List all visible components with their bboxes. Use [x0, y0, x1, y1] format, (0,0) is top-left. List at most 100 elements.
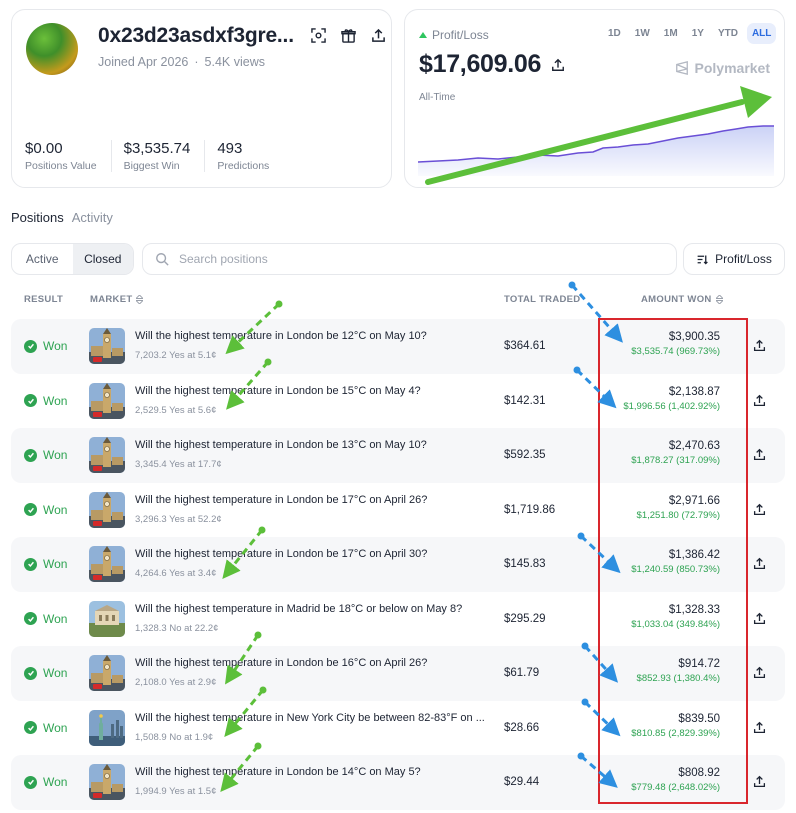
market-thumbnail	[89, 491, 125, 528]
total-traded-value: $1,719.86	[504, 503, 556, 516]
section-tabs: Positions Activity	[11, 210, 113, 225]
profile-card: 0x23d23asdxf3gre... Joined Apr 2026 · 5.…	[11, 9, 392, 188]
header-result: RESULT	[24, 294, 64, 305]
check-circle-icon	[24, 612, 37, 626]
total-traded-value: $29.44	[504, 776, 540, 789]
result-badge: Won	[24, 666, 67, 680]
result-badge: Won	[24, 721, 67, 735]
share-icon[interactable]	[551, 50, 565, 79]
market-thumbnail	[89, 764, 125, 801]
market-question[interactable]: Will the highest temperature in London b…	[135, 766, 421, 778]
period-ytd[interactable]: YTD	[713, 23, 743, 44]
sort-label: Profit/Loss	[715, 252, 772, 266]
market-thumbnail	[89, 437, 125, 474]
position-detail: 1,994.9 Yes at 1.5¢	[135, 786, 217, 797]
market-question[interactable]: Will the highest temperature in London b…	[135, 548, 427, 560]
market-question[interactable]: Will the highest temperature in London b…	[135, 657, 427, 669]
pnl-amount: $17,609.06	[419, 50, 542, 78]
share-icon[interactable]	[753, 775, 767, 789]
gift-icon[interactable]	[340, 27, 356, 43]
share-icon[interactable]	[753, 448, 767, 462]
header-amount-won[interactable]: AMOUNT WON	[641, 294, 723, 305]
share-icon[interactable]	[370, 27, 386, 43]
result-label: Won	[43, 666, 68, 681]
closed-button[interactable]: Closed	[72, 244, 133, 274]
view-count: 5.4K views	[204, 55, 265, 69]
check-circle-icon	[24, 775, 37, 789]
stat-predictions: 493 Predictions	[217, 140, 283, 172]
result-badge: Won	[24, 557, 67, 571]
polymarket-icon	[675, 61, 688, 75]
result-label: Won	[43, 611, 68, 626]
share-icon[interactable]	[753, 721, 767, 735]
check-circle-icon	[24, 339, 37, 353]
pnl-label: Profit/Loss	[419, 28, 489, 42]
pnl-label-text: Profit/Loss	[432, 28, 489, 42]
market-thumbnail	[89, 382, 125, 419]
tab-activity[interactable]: Activity	[72, 210, 113, 225]
search-input[interactable]	[179, 252, 659, 266]
tab-positions[interactable]: Positions	[11, 210, 64, 225]
meta-separator: ·	[194, 55, 199, 69]
market-thumbnail	[89, 600, 125, 637]
share-icon[interactable]	[753, 503, 767, 517]
share-icon[interactable]	[753, 339, 767, 353]
market-question[interactable]: Will the highest temperature in London b…	[135, 439, 427, 451]
position-detail: 1,508.9 No at 1.9¢	[135, 731, 214, 743]
check-circle-icon	[24, 448, 37, 462]
search-icon	[156, 253, 169, 266]
up-triangle-icon	[419, 32, 427, 38]
stat-label: Biggest Win	[123, 160, 180, 172]
period-selector: 1D 1W 1M 1Y YTD ALL	[603, 23, 777, 44]
result-badge: Won	[24, 339, 67, 353]
market-thumbnail	[89, 655, 125, 692]
check-circle-icon	[24, 503, 37, 517]
market-question[interactable]: Will the highest temperature in London b…	[135, 385, 421, 397]
position-detail: 3,296.3 Yes at 52.2¢	[135, 513, 222, 525]
result-label: Won	[43, 339, 68, 354]
result-label: Won	[43, 720, 68, 735]
pnl-chart	[418, 125, 774, 176]
total-traded-value: $592.35	[504, 449, 546, 462]
total-traded-value: $145.83	[504, 558, 546, 571]
market-question[interactable]: Will the highest temperature in Madrid b…	[135, 603, 462, 615]
result-badge: Won	[24, 775, 67, 789]
total-traded-value: $28.66	[504, 721, 540, 734]
share-icon[interactable]	[753, 666, 767, 680]
search-box	[142, 243, 677, 275]
stat-label: Predictions	[217, 160, 270, 172]
period-all[interactable]: ALL	[746, 23, 777, 44]
period-1m[interactable]: 1M	[659, 23, 683, 44]
period-1w[interactable]: 1W	[630, 23, 655, 44]
check-circle-icon	[24, 557, 37, 571]
sort-toggle-icon	[715, 295, 723, 304]
share-icon[interactable]	[753, 612, 767, 626]
position-detail: 2,529.5 Yes at 5.6¢	[135, 404, 217, 416]
pnl-period-label: All-Time	[419, 92, 456, 103]
header-market-label: MARKET	[90, 294, 133, 305]
position-detail: 1,328.3 No at 22.2¢	[135, 622, 219, 634]
position-detail: 4,264.6 Yes at 3.4¢	[135, 568, 217, 579]
market-question[interactable]: Will the highest temperature in London b…	[135, 494, 427, 506]
stat-value: 493	[217, 140, 243, 157]
header-market[interactable]: MARKET	[90, 294, 144, 305]
sort-button[interactable]: Profit/Loss	[683, 243, 785, 275]
polymarket-logo: Polymarket	[675, 60, 770, 76]
market-question[interactable]: Will the highest temperature in New York…	[135, 712, 485, 724]
avatar[interactable]	[26, 23, 78, 75]
scan-icon[interactable]	[310, 27, 326, 43]
period-1y[interactable]: 1Y	[687, 23, 709, 44]
share-icon[interactable]	[753, 557, 767, 571]
result-label: Won	[43, 448, 68, 463]
period-1d[interactable]: 1D	[603, 23, 626, 44]
active-button[interactable]: Active	[12, 244, 73, 274]
sort-toggle-icon	[136, 295, 144, 304]
blue-arrow-dot	[568, 281, 576, 289]
check-circle-icon	[24, 666, 37, 680]
profile-meta: Joined Apr 2026 · 5.4K views	[98, 55, 265, 69]
position-detail: 2,108.0 Yes at 2.9¢	[135, 677, 217, 688]
share-icon[interactable]	[753, 394, 767, 408]
stat-value: $0.00	[25, 140, 63, 157]
market-question[interactable]: Will the highest temperature in London b…	[135, 330, 427, 342]
brand-name: Polymarket	[694, 60, 770, 76]
